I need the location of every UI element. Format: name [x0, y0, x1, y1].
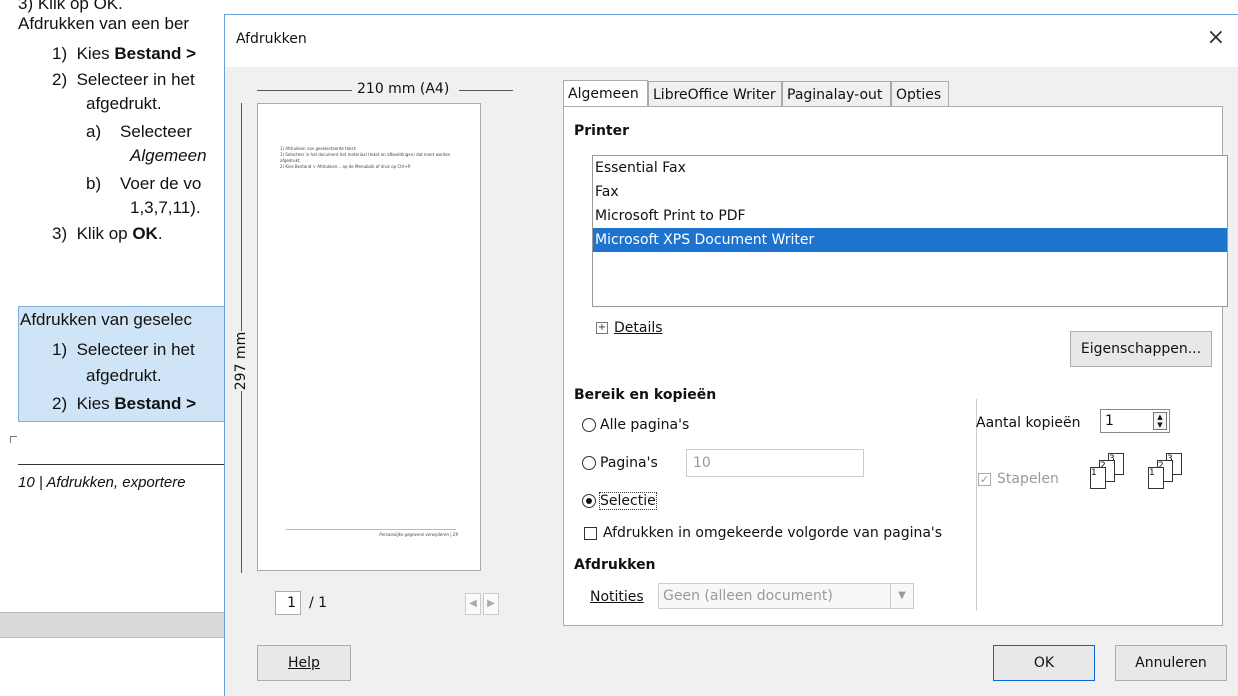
page-width-label: 210 mm (A4) — [357, 81, 450, 97]
doc-step: 1) Kies Bestand > — [52, 44, 197, 63]
pages-label: Pagina's — [600, 455, 658, 471]
dropdown-arrow-icon[interactable]: ▼ — [890, 584, 913, 608]
expand-plus-icon: + — [596, 322, 608, 334]
printer-item[interactable]: Microsoft Print to PDF — [593, 204, 1227, 228]
horizontal-scrollbar[interactable] — [0, 612, 225, 638]
tab-algemeen[interactable]: Algemeen — [563, 80, 648, 108]
checkbox-box — [584, 526, 597, 540]
properties-button[interactable]: Eigenschappen... — [1070, 331, 1212, 367]
pages-radio[interactable]: Pagina's — [582, 455, 658, 471]
doc-step-cont: afgedrukt. — [86, 366, 162, 385]
print-heading: Afdrukken — [574, 557, 656, 573]
doc-step: 3) Klik op OK. — [52, 224, 163, 243]
preview-footer: Persoonlijke gegevens verwijderen | 29 — [379, 532, 458, 537]
notes-value: Geen (alleen document) — [663, 588, 833, 604]
page-height-dimension: 297 mm — [233, 103, 249, 573]
all-pages-label: Alle pagina's — [600, 417, 690, 433]
doc-step: 2) Kies Bestand > — [52, 394, 197, 413]
doc-substep-cont: Algemeen — [130, 146, 207, 165]
page-width-dimension: 210 mm (A4) — [257, 81, 513, 99]
doc-heading-2: Afdrukken van geselec — [20, 310, 192, 329]
all-pages-radio[interactable]: Alle pagina's — [582, 417, 689, 433]
page-total: / 1 — [309, 595, 328, 611]
general-tab-panel: Printer Essential Fax Fax Microsoft Prin… — [563, 106, 1228, 626]
close-icon[interactable]: × — [1207, 25, 1225, 50]
next-page-icon[interactable]: ▶ — [483, 593, 499, 615]
notes-label: Notities — [590, 589, 644, 605]
doc-substep: a) Selecteer — [86, 122, 192, 141]
spin-arrows-icon[interactable]: ▲ ▼ — [1153, 412, 1167, 430]
pages-input[interactable]: 10 — [686, 449, 864, 477]
doc-step-cont: afgedrukt. — [86, 94, 162, 113]
ok-button[interactable]: OK — [993, 645, 1095, 681]
radio-circle — [582, 456, 596, 470]
collate-checkbox[interactable]: ✓ Stapelen — [978, 471, 1059, 487]
cancel-button[interactable]: Annuleren — [1115, 645, 1227, 681]
background-document: 3) Klik op OK. Afdrukken van een ber 1) … — [0, 0, 225, 695]
collate-label: Stapelen — [997, 471, 1059, 487]
checkbox-box: ✓ — [978, 472, 991, 486]
doc-step: 1) Selecteer in het — [52, 340, 195, 359]
doc-substep-cont: 1,3,7,11). — [130, 198, 201, 217]
page-preview: 1) Afdrukken van geselecteerde tekst: 1)… — [257, 103, 481, 571]
preview-line: 2) Kies Bestand > Afdrukken... op de Men… — [280, 164, 411, 169]
page-number-input[interactable]: 1 — [275, 591, 301, 615]
printer-heading: Printer — [574, 123, 630, 139]
details-label: Details — [614, 320, 663, 336]
preview-line: 1) Afdrukken van geselecteerde tekst: — [280, 146, 357, 151]
reverse-order-label: Afdrukken in omgekeerde volgorde van pag… — [603, 525, 943, 541]
tab-opties[interactable]: Opties — [891, 81, 949, 107]
collate-pages-icon: 3 2 1 — [1090, 453, 1130, 503]
radio-circle — [582, 418, 596, 432]
tab-paginalay-out[interactable]: Paginalay-out — [782, 81, 891, 107]
doc-footer: 10 | Afdrukken, exportere — [18, 474, 186, 491]
preview-line: 1) Selecteer in het document het materia… — [280, 152, 451, 157]
help-button[interactable]: Help — [257, 645, 351, 681]
radio-circle-checked — [582, 494, 596, 508]
copies-value: 1 — [1105, 413, 1114, 429]
doc-top-fragment: 3) Klik op OK. — [18, 0, 123, 13]
crop-mark — [10, 436, 17, 443]
copies-spinbox[interactable]: 1 ▲ ▼ — [1100, 409, 1170, 433]
printer-item[interactable]: Fax — [593, 180, 1227, 204]
copies-label: Aantal kopieën — [976, 415, 1081, 431]
doc-substep: b) Voer de vo — [86, 174, 202, 193]
doc-heading-1: Afdrukken van een ber — [18, 14, 190, 33]
selection-label: Selectie — [599, 492, 657, 510]
page-height-label: 297 mm — [233, 331, 249, 391]
print-dialog: Afdrukken × 210 mm (A4) 297 mm 1) Afdruk… — [224, 14, 1238, 696]
dialog-titlebar[interactable]: Afdrukken × — [225, 15, 1238, 67]
notes-select[interactable]: Geen (alleen document) ▼ — [658, 583, 914, 609]
doc-footer-rule — [18, 464, 225, 465]
preview-line: afgedrukt. — [280, 158, 301, 163]
prev-page-icon[interactable]: ◀ — [465, 593, 481, 615]
dialog-title: Afdrukken — [236, 31, 307, 47]
tab-libreoffice-writer[interactable]: LibreOffice Writer — [648, 81, 782, 107]
reverse-order-checkbox[interactable]: Afdrukken in omgekeerde volgorde van pag… — [584, 525, 942, 541]
dialog-body: 210 mm (A4) 297 mm 1) Afdrukken van gese… — [225, 67, 1238, 696]
printer-list[interactable]: Essential Fax Fax Microsoft Print to PDF… — [592, 155, 1228, 307]
range-heading: Bereik en kopieën — [574, 387, 717, 403]
details-expander[interactable]: + Details — [596, 320, 663, 336]
printer-item[interactable]: Essential Fax — [593, 156, 1227, 180]
printer-item-selected[interactable]: Microsoft XPS Document Writer — [593, 228, 1227, 252]
doc-step: 2) Selecteer in het — [52, 70, 195, 89]
collate-pages-icon: 3 2 1 — [1148, 453, 1188, 503]
selection-radio[interactable]: Selectie — [582, 492, 657, 510]
